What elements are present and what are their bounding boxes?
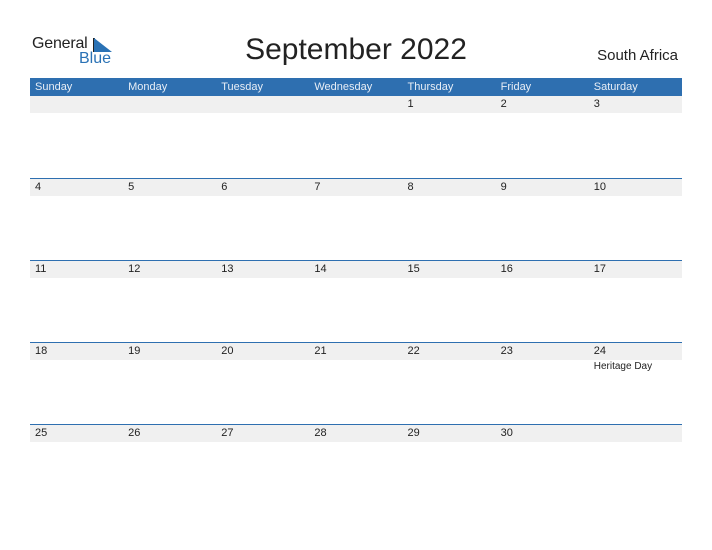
day-number: 10 bbox=[593, 181, 606, 193]
day-number: 16 bbox=[500, 263, 513, 275]
weekday-sunday: Sunday bbox=[35, 81, 73, 93]
day-number: 4 bbox=[35, 181, 42, 193]
day-number: 20 bbox=[221, 345, 234, 357]
weekday-wednesday: Wednesday bbox=[314, 81, 373, 93]
day-number: 23 bbox=[500, 345, 513, 357]
day-number bbox=[309, 96, 402, 113]
date-strip: 4 5 6 7 8 9 10 bbox=[30, 179, 682, 196]
date-strip: 25 26 27 28 29 30 bbox=[30, 425, 682, 442]
day-number bbox=[123, 96, 216, 113]
day-number: 8 bbox=[407, 181, 414, 193]
holiday-label bbox=[403, 360, 496, 374]
day-number: 27 bbox=[221, 427, 234, 439]
day-number: 15 bbox=[407, 263, 420, 275]
weekday-thursday: Thursday bbox=[407, 81, 454, 93]
week-row: 4 5 6 7 8 9 10 bbox=[30, 178, 682, 260]
day-number: 6 bbox=[221, 181, 228, 193]
holiday-label bbox=[30, 360, 123, 374]
day-number: 7 bbox=[314, 181, 321, 193]
country-label: South Africa bbox=[597, 47, 678, 64]
day-number: 12 bbox=[128, 263, 141, 275]
week-row: 25 26 27 28 29 30 bbox=[30, 424, 682, 506]
weekday-monday: Monday bbox=[128, 81, 168, 93]
day-number: 9 bbox=[500, 181, 507, 193]
day-number: 24 bbox=[593, 345, 606, 357]
day-number: 25 bbox=[35, 427, 48, 439]
week-row: 18 19 20 21 22 23 24 Heritage Day bbox=[30, 342, 682, 424]
date-strip: 18 19 20 21 22 23 24 bbox=[30, 343, 682, 360]
weekday-friday: Friday bbox=[500, 81, 532, 93]
day-number: 26 bbox=[128, 427, 141, 439]
day-number: 18 bbox=[35, 345, 48, 357]
day-number: 14 bbox=[314, 263, 327, 275]
day-number: 28 bbox=[314, 427, 327, 439]
date-strip: 11 12 13 14 15 16 17 bbox=[30, 261, 682, 278]
weekday-tuesday: Tuesday bbox=[221, 81, 264, 93]
day-number: 13 bbox=[221, 263, 234, 275]
weekday-header: Sunday Monday Tuesday Wednesday Thursday… bbox=[30, 78, 682, 96]
day-number bbox=[30, 96, 123, 113]
holiday-label bbox=[123, 360, 216, 374]
day-number: 22 bbox=[407, 345, 420, 357]
day-number bbox=[216, 96, 309, 113]
week-row: 1 2 3 bbox=[30, 96, 682, 178]
day-number: 2 bbox=[500, 98, 507, 110]
holiday-label: Heritage Day bbox=[593, 361, 653, 372]
weekday-saturday: Saturday bbox=[593, 81, 638, 93]
day-number: 19 bbox=[128, 345, 141, 357]
holiday-row: Heritage Day bbox=[30, 360, 682, 374]
day-number: 5 bbox=[128, 181, 135, 193]
day-number: 30 bbox=[500, 427, 513, 439]
date-strip: 1 2 3 bbox=[30, 96, 682, 113]
day-number: 29 bbox=[407, 427, 420, 439]
holiday-label bbox=[309, 360, 402, 374]
holiday-label bbox=[496, 360, 589, 374]
day-number: 1 bbox=[407, 98, 414, 110]
day-number: 3 bbox=[593, 98, 600, 110]
day-number: 17 bbox=[593, 263, 606, 275]
day-number: 11 bbox=[35, 263, 47, 275]
holiday-label bbox=[216, 360, 309, 374]
calendar-grid: Sunday Monday Tuesday Wednesday Thursday… bbox=[30, 78, 682, 506]
day-number: 21 bbox=[314, 345, 327, 357]
week-row: 11 12 13 14 15 16 17 bbox=[30, 260, 682, 342]
day-number bbox=[589, 425, 682, 442]
